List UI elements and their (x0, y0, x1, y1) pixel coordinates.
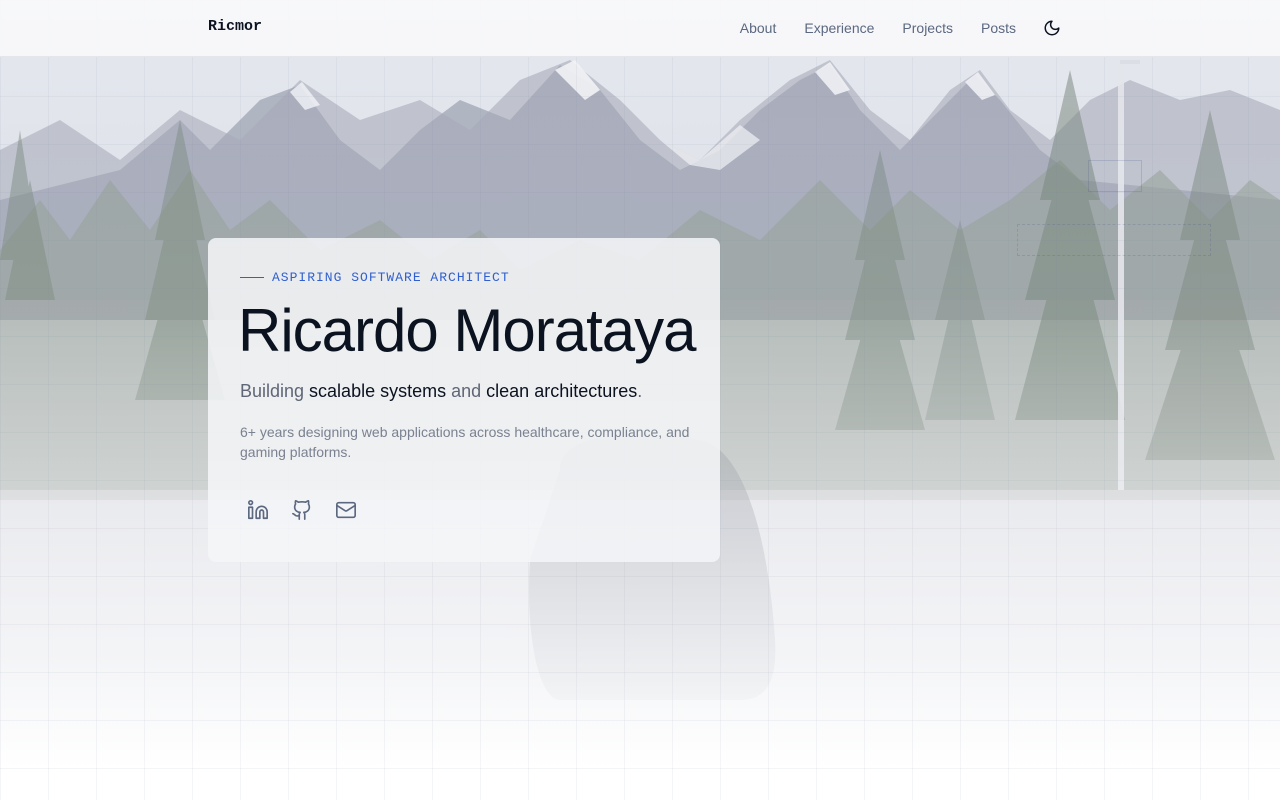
github-icon (292, 500, 311, 520)
hero-tagline: Building scalable systems and clean arch… (240, 381, 642, 402)
tagline-highlight-scalable: scalable systems (309, 381, 447, 401)
decorative-square (1017, 224, 1211, 256)
social-links (240, 494, 372, 526)
tagline-suffix: . (637, 381, 643, 401)
hero-summary: 6+ years designing web applications acro… (240, 424, 690, 460)
email-link[interactable] (328, 494, 364, 526)
brand-logo[interactable]: Ricmor (208, 18, 262, 35)
hero-eyebrow: ASPIRING SOFTWARE ARCHITECT (240, 270, 510, 285)
nav-link-projects[interactable]: Projects (902, 20, 953, 36)
eyebrow-line (240, 277, 264, 278)
tagline-highlight-clean: clean architectures (486, 381, 638, 401)
tagline-middle: and (446, 381, 487, 401)
nav-link-posts[interactable]: Posts (981, 20, 1016, 36)
linkedin-link[interactable] (240, 494, 276, 526)
linkedin-icon (248, 500, 268, 520)
github-link[interactable] (284, 494, 320, 526)
hero-card: ASPIRING SOFTWARE ARCHITECT Ricardo Mora… (208, 238, 720, 562)
mail-icon (336, 501, 356, 519)
moon-icon (1044, 20, 1060, 36)
eyebrow-text: ASPIRING SOFTWARE ARCHITECT (272, 270, 510, 285)
decorative-square (1088, 160, 1142, 192)
nav-link-about[interactable]: About (740, 20, 777, 36)
nav-link-experience[interactable]: Experience (804, 20, 874, 36)
nav-links: About Experience Projects Posts (712, 0, 1016, 56)
hero-name: Ricardo Morataya (238, 297, 697, 364)
tagline-prefix: Building (240, 381, 310, 401)
theme-toggle-button[interactable] (1040, 16, 1064, 40)
top-navbar: Ricmor About Experience Projects Posts (0, 0, 1280, 57)
